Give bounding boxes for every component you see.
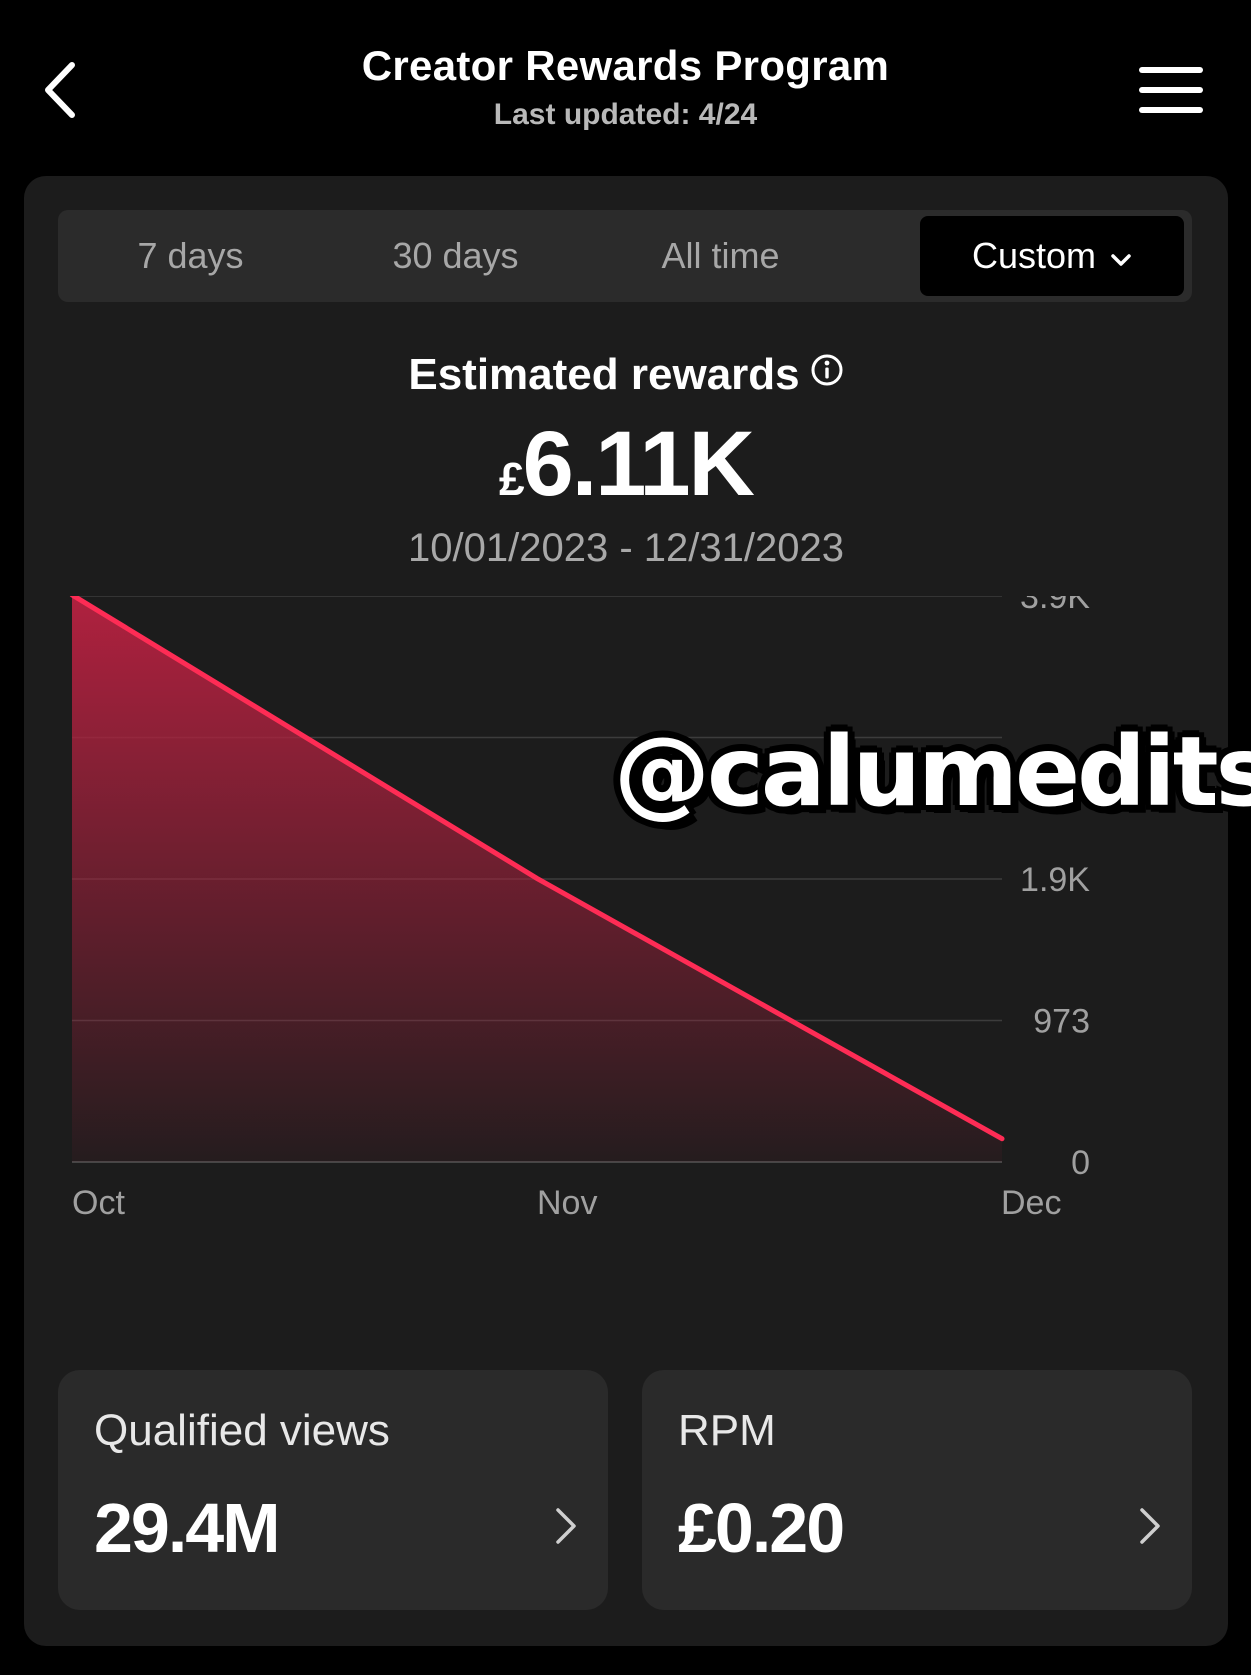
tab-label: Custom [971,235,1097,276]
qualified-views-card[interactable]: Qualified views 29.4M [58,1370,608,1610]
rpm-card[interactable]: RPM £0.20 [642,1370,1192,1610]
tab-all-time[interactable]: All time [588,210,853,302]
tab-label: 30 days [392,235,519,276]
stat-value: 29.4M [94,1489,281,1567]
currency-symbol: £ [498,453,525,505]
x-tick-label: Dec [1001,1184,1061,1222]
date-range-text: 10/01/2023 - 12/31/2023 [408,526,844,570]
rewards-card: 7 days 30 days All time Custom Estimated… [24,176,1251,1646]
y-tick-label: 973 [1033,1003,1090,1041]
stat-label: Qualified views [94,1406,390,1455]
tab-label: 7 days [137,235,244,276]
y-tick-label: 1.9K [1020,861,1090,899]
tab-30-days[interactable]: 30 days [323,210,588,302]
stat-label: RPM [678,1406,776,1455]
tab-7-days[interactable]: 7 days [58,210,323,302]
y-tick-label: 0 [1071,1144,1090,1182]
info-icon[interactable] [810,348,844,398]
x-tick-label: Nov [537,1184,597,1222]
chevron-right-icon [554,1506,578,1551]
page-title: Creator Rewards Program [361,42,890,89]
tab-custom[interactable]: Custom [920,216,1184,296]
rewards-chart: 0 973 1.9K 3.9K Oct Nov Dec [69,596,1090,1222]
x-tick-label: Oct [72,1184,125,1222]
last-updated-text: Last updated: 4/24 [493,98,758,131]
hamburger-menu-icon [1139,67,1203,113]
estimated-rewards-heading: Estimated rewards [24,350,1228,402]
amount-value: 6.11K [522,413,755,515]
chevron-right-icon [1138,1506,1162,1551]
top-bar: Creator Rewards Program Last updated: 4/… [0,0,1251,160]
estimated-rewards-label: Estimated rewards [408,350,800,399]
tab-label: All time [661,235,780,276]
estimated-rewards-amount: £6.11K [24,412,1228,517]
chevron-down-icon [1110,215,1132,295]
watermark-text: @calumedits [614,716,1251,828]
stat-value: £0.20 [678,1489,845,1567]
date-range-tabs: 7 days 30 days All time Custom [58,210,1192,302]
y-tick-label: 3.9K [1020,596,1090,616]
menu-button[interactable] [1136,60,1206,120]
